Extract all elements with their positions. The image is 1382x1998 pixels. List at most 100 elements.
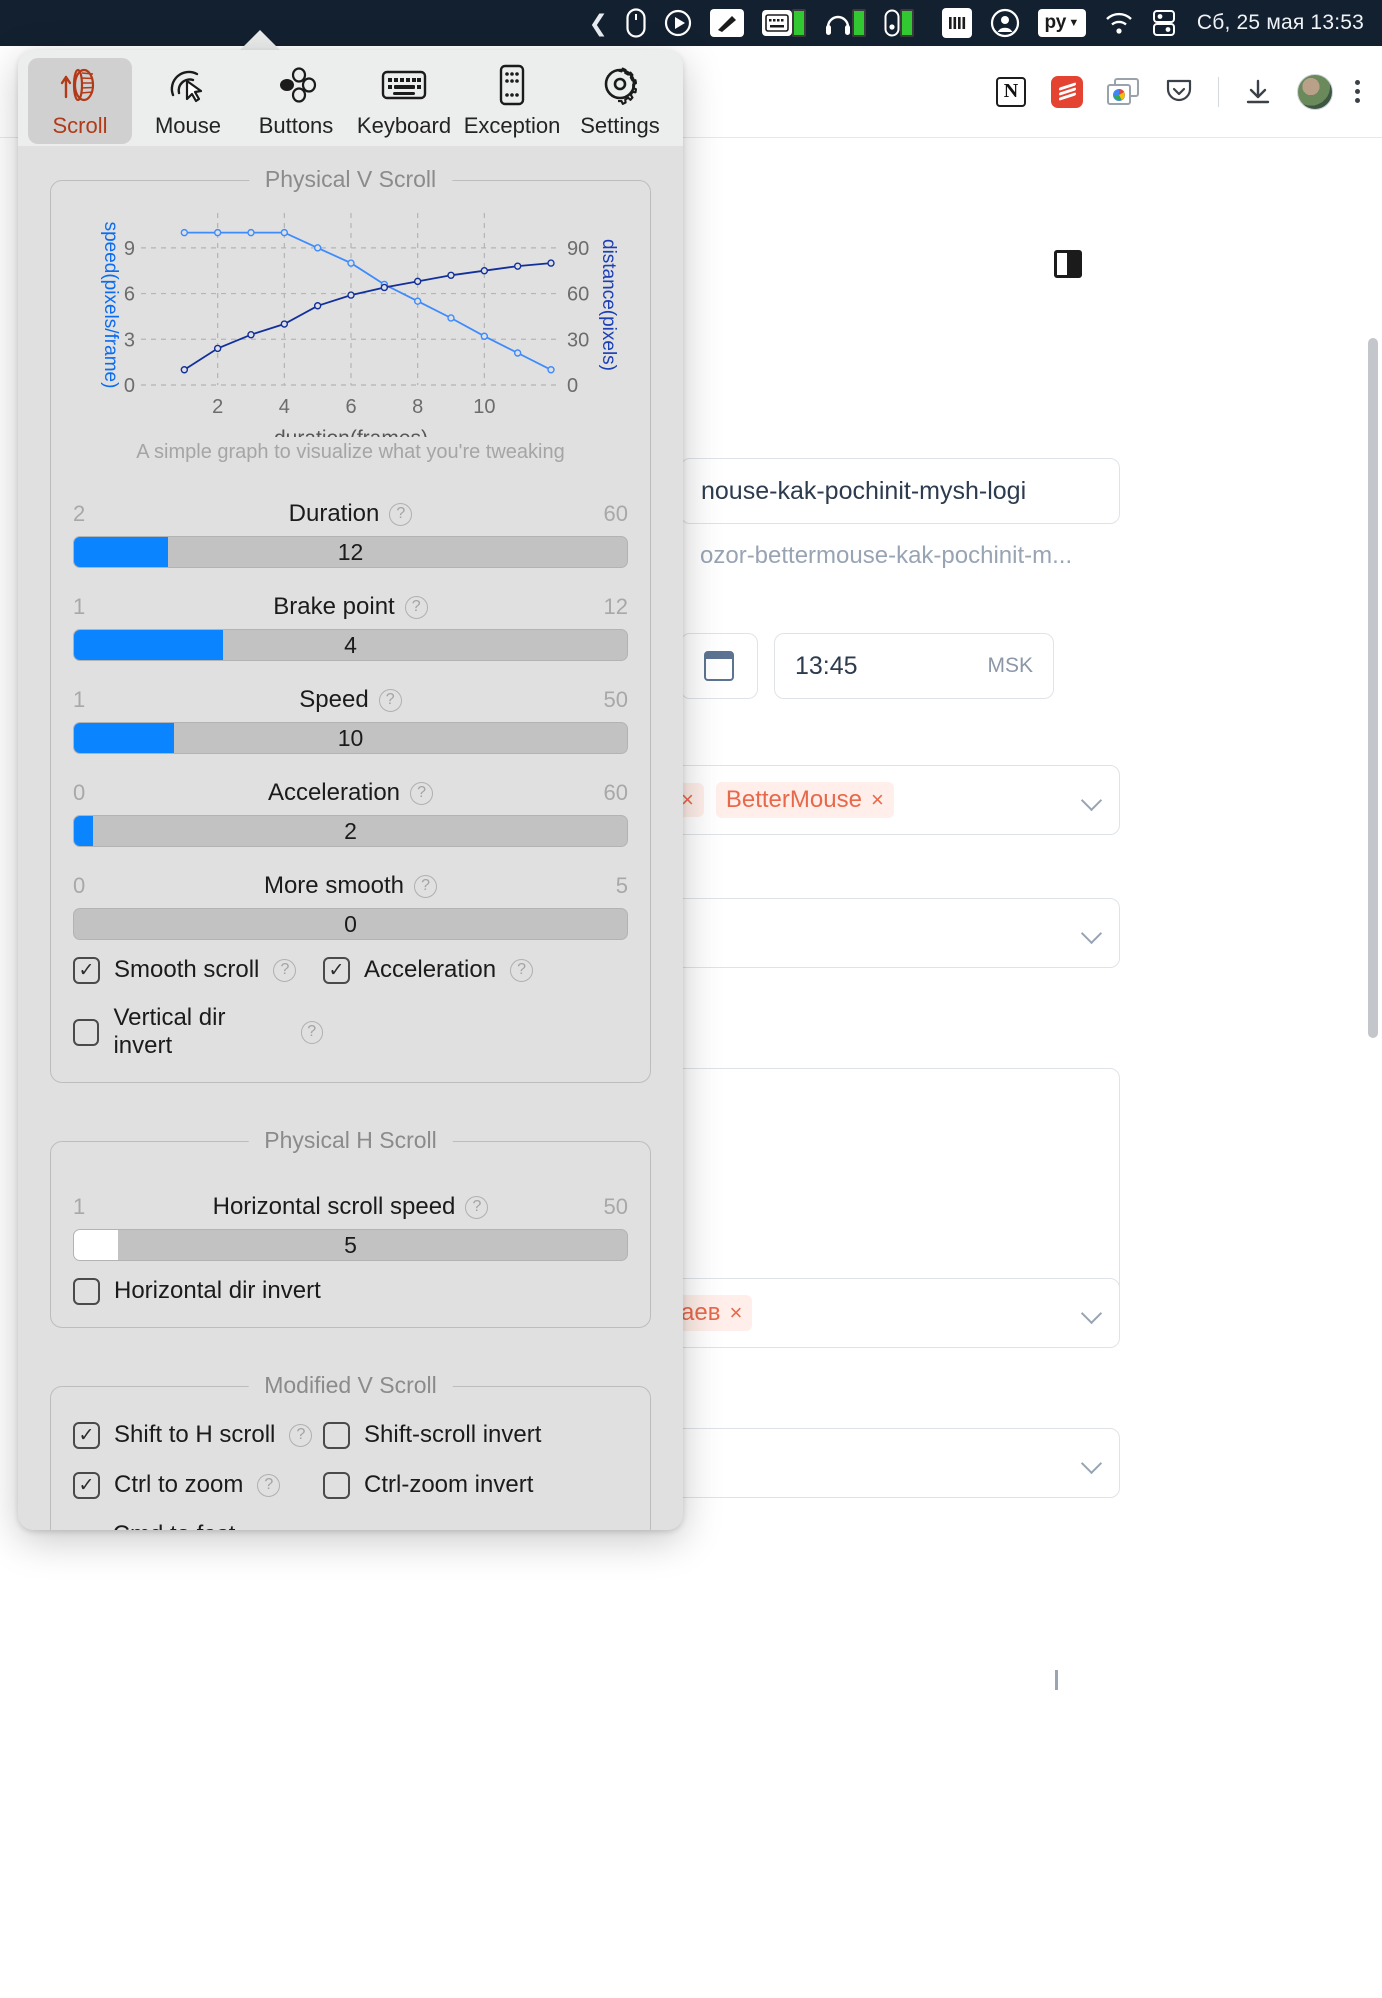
checkbox-box[interactable] <box>73 1018 100 1046</box>
tag-chip-bettermouse[interactable]: BetterMouse × <box>715 782 894 818</box>
checkbox-acceleration[interactable]: ✓ Acceleration ? <box>323 956 628 984</box>
slider-track[interactable]: 2 <box>73 815 628 847</box>
time-value: 13:45 <box>795 651 858 680</box>
checkbox-label: Shift to H scroll <box>114 1421 276 1448</box>
checkbox-box[interactable]: ✓ <box>73 1471 100 1499</box>
url-field[interactable]: nouse-kak-pochinit-mysh-logi <box>680 458 1120 524</box>
checkbox-ctrl-to-zoom[interactable]: ✓ Ctrl to zoom ? <box>73 1471 323 1499</box>
chevron-down-icon[interactable] <box>1080 1452 1103 1474</box>
checkbox-box[interactable]: ✓ <box>73 1421 100 1449</box>
checkbox-vertical-dir-invert[interactable]: Vertical dir invert ? <box>73 1004 323 1060</box>
checkbox-label: Ctrl-zoom invert <box>364 1471 534 1498</box>
help-icon[interactable]: ? <box>300 1020 323 1044</box>
menubar-input-source[interactable]: ру ▼ <box>1029 0 1095 46</box>
checkbox-shift-to-h-scroll[interactable]: ✓ Shift to H scroll ? <box>73 1421 323 1449</box>
menubar-mouse-battery-icon[interactable] <box>875 0 923 46</box>
slider-track[interactable]: 12 <box>73 536 628 568</box>
slider-track[interactable]: 10 <box>73 722 628 754</box>
calendar-icon <box>704 651 734 681</box>
tab-settings[interactable]: Settings <box>568 58 672 144</box>
checkbox-cmd-to-fast-scroll[interactable]: ✓ Cmd to fast scroll ? <box>73 1521 323 1530</box>
checkbox-horizontal-dir-invert[interactable]: Horizontal dir invert <box>73 1277 628 1305</box>
menubar-account-icon[interactable] <box>981 0 1029 46</box>
chrome-tabs-icon[interactable] <box>1106 75 1140 109</box>
svg-text:0: 0 <box>567 375 578 397</box>
tags-select-3[interactable]: аев × <box>650 1278 1120 1348</box>
help-icon[interactable]: ? <box>410 781 434 805</box>
avatar[interactable] <box>1297 73 1333 110</box>
split-panel-icon[interactable] <box>1054 250 1082 278</box>
time-field[interactable]: 13:45 MSK <box>774 633 1054 699</box>
buttons-dots-icon <box>274 64 318 106</box>
help-icon[interactable]: ? <box>510 958 534 982</box>
tags-select-1[interactable]: × BetterMouse × <box>650 765 1120 835</box>
tag-remove-icon[interactable]: × <box>729 1300 742 1326</box>
tag-chip-author[interactable]: аев × <box>671 1295 753 1331</box>
select-field-4[interactable] <box>650 1428 1120 1498</box>
time-zone: MSK <box>987 654 1033 677</box>
svg-text:distance(pixels): distance(pixels) <box>598 239 619 371</box>
download-icon[interactable] <box>1241 75 1275 109</box>
todoist-icon[interactable] <box>1050 75 1084 109</box>
menubar-pencil-icon[interactable] <box>701 0 753 46</box>
slider-track[interactable]: 4 <box>73 629 628 661</box>
select-field-2[interactable] <box>650 898 1120 968</box>
checkbox-ctrl-zoom-invert[interactable]: Ctrl-zoom invert <box>323 1471 628 1499</box>
next-arrow-button[interactable] <box>1055 1670 1058 1691</box>
checkbox-smooth-scroll[interactable]: ✓ Smooth scroll ? <box>73 956 323 984</box>
menubar-wifi-icon[interactable] <box>1095 0 1143 46</box>
menubar-mouse-icon[interactable] <box>617 0 655 46</box>
help-icon[interactable]: ? <box>465 1195 489 1219</box>
slider-track[interactable]: 0 <box>73 908 628 940</box>
slider-header: 2 Duration? 60 <box>73 497 628 531</box>
menubar-play-circle-icon[interactable] <box>655 0 701 46</box>
tab-scroll[interactable]: Scroll <box>28 58 132 144</box>
menubar-keyboard-battery-icon[interactable] <box>753 0 815 46</box>
help-icon[interactable]: ? <box>389 502 413 526</box>
url-field-value: nouse-kak-pochinit-mysh-logi <box>701 476 1027 505</box>
chevron-down-icon[interactable] <box>1080 922 1103 944</box>
checkbox-box[interactable] <box>323 1471 350 1499</box>
pocket-icon[interactable] <box>1162 75 1196 109</box>
slider-max: 5 <box>615 873 628 898</box>
group-physical-h-scroll: Physical H Scroll 1 Horizontal scroll spe… <box>50 1127 651 1328</box>
tag-remove-icon[interactable]: × <box>871 787 884 813</box>
notion-icon[interactable]: N <box>994 75 1028 109</box>
scrollbar-thumb[interactable] <box>1368 338 1378 1038</box>
kebab-menu-icon[interactable] <box>1355 80 1360 103</box>
chevron-right-icon[interactable] <box>1055 1670 1058 1690</box>
tab-mouse[interactable]: Mouse <box>136 58 240 144</box>
checkbox-box[interactable]: ✓ <box>73 956 100 984</box>
slider-row-brake-point: 1 Brake point? 12 4 <box>73 590 628 661</box>
slider-track[interactable]: 5 <box>73 1229 628 1261</box>
checkbox-shift-scroll-invert[interactable]: Shift-scroll invert <box>323 1421 628 1449</box>
help-icon[interactable]: ? <box>273 958 297 982</box>
checkbox-box[interactable]: ✓ <box>323 956 350 984</box>
slider-value: 5 <box>344 1231 357 1258</box>
checkbox-box[interactable] <box>323 1421 350 1449</box>
page-scrollbar[interactable] <box>1368 338 1378 1998</box>
help-icon[interactable]: ? <box>378 688 402 712</box>
help-icon[interactable]: ? <box>289 1423 313 1447</box>
help-icon[interactable]: ? <box>414 874 438 898</box>
help-icon[interactable]: ? <box>404 595 428 619</box>
popup-body: Physical V Scroll 0 3 6 9 0 30 60 90 2 4 6 8 10 speed… <box>18 146 683 1530</box>
svg-text:6: 6 <box>124 284 135 306</box>
menubar-battery-bars-icon[interactable] <box>933 0 981 46</box>
tab-exception[interactable]: Exception <box>460 58 564 144</box>
slider-title: Horizontal scroll speed? <box>213 1193 489 1221</box>
chevron-down-icon[interactable] <box>1080 1302 1103 1324</box>
tab-keyboard[interactable]: Keyboard <box>352 58 456 144</box>
date-picker-button[interactable] <box>680 633 758 699</box>
menubar-clock[interactable]: Сб, 25 мая 13:53 <box>1185 11 1364 35</box>
group-legend: Physical H Scroll <box>248 1127 453 1154</box>
help-icon[interactable]: ? <box>257 1473 281 1497</box>
checkbox-box[interactable] <box>73 1277 100 1305</box>
v-scroll-sliders: 2 Duration? 60 12 1 Brake point? 12 4 1 Speed? 50 1… <box>73 497 628 940</box>
menubar-chevron-left-icon[interactable]: ❮ <box>580 0 617 46</box>
menubar-headphones-battery-icon[interactable] <box>815 0 875 46</box>
svg-text:90: 90 <box>567 238 589 260</box>
tab-buttons[interactable]: Buttons <box>244 58 348 144</box>
menubar-control-center-icon[interactable] <box>1143 0 1185 46</box>
chevron-down-icon[interactable] <box>1080 789 1103 811</box>
